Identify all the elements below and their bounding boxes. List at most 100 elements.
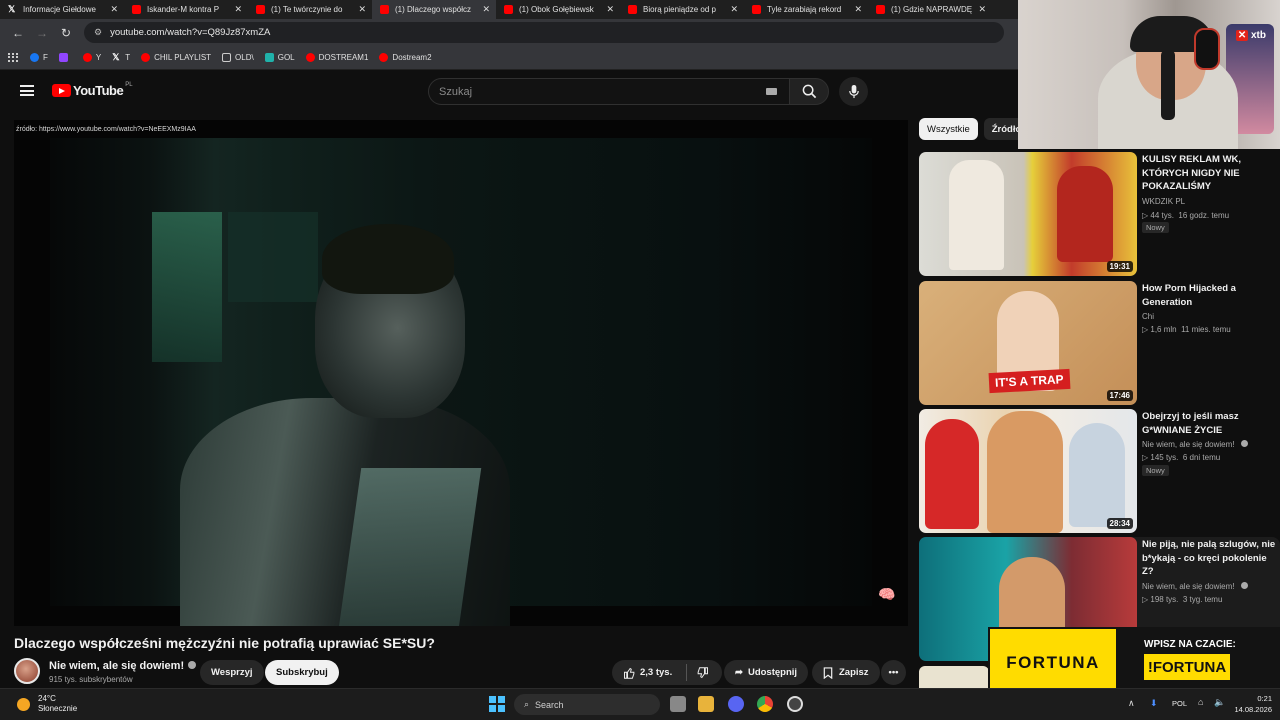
fortuna-logo: FORTUNA xyxy=(990,629,1116,697)
apps-grid-icon[interactable] xyxy=(8,52,18,63)
thumbs-down-icon[interactable] xyxy=(697,666,709,679)
close-icon[interactable]: ✕ xyxy=(606,4,614,15)
recommendation-channel[interactable]: Chi xyxy=(1142,310,1154,323)
bookmark[interactable]: 𝕏T xyxy=(112,52,131,63)
upload-age: 3 tyg. temu xyxy=(1182,595,1223,604)
windows-start-icon[interactable] xyxy=(489,696,505,712)
recommendation-item[interactable]: 28:34 Obejrzyj to jeśli masz G*WNIANE ŻY… xyxy=(919,409,1280,533)
menu-icon[interactable] xyxy=(20,85,34,96)
youtube-icon xyxy=(504,5,513,14)
back-icon[interactable]: ← xyxy=(6,26,30,40)
recommendation-title[interactable]: How Porn Hijacked a Generation xyxy=(1142,282,1277,309)
microphone-icon xyxy=(848,84,859,99)
browser-tab[interactable]: (1) Obok Gołębiewsk ✕ xyxy=(496,0,620,19)
browser-tab-active[interactable]: (1) Dlaczego współcz ✕ xyxy=(372,0,496,19)
view-count: 1,6 mln xyxy=(1150,325,1177,334)
recommendation-channel[interactable]: Nie wiem, ale się dowiem! xyxy=(1142,580,1248,593)
recommendation-item[interactable]: IT'S A TRAP 17:46 How Porn Hijacked a Ge… xyxy=(919,281,1280,405)
chrome-icon[interactable] xyxy=(757,696,773,712)
channel-avatar[interactable] xyxy=(14,658,40,684)
x-icon: 𝕏 xyxy=(112,52,120,62)
chip-all[interactable]: Wszystkie xyxy=(919,118,978,140)
share-button[interactable]: ➦ Udostępnij xyxy=(724,660,809,685)
file-explorer-icon[interactable] xyxy=(698,696,714,712)
task-view-icon[interactable] xyxy=(670,696,686,712)
tab-label: (1) Gdzie NAPRAWDĘ xyxy=(891,5,973,14)
tray-chevron-icon[interactable]: ∧ xyxy=(1128,698,1135,709)
search-input[interactable] xyxy=(429,79,729,104)
recommendation-channel[interactable]: Nie wiem, ale się dowiem! xyxy=(1142,438,1248,451)
channel-name-text: Nie wiem, ale się dowiem! xyxy=(49,660,185,672)
youtube-logo[interactable]: YouTube PL xyxy=(52,82,133,98)
support-button[interactable]: Wesprzyj xyxy=(200,660,264,685)
save-button[interactable]: Zapisz xyxy=(812,660,880,685)
verified-icon xyxy=(188,661,197,669)
bookmark[interactable]: Dostream2 xyxy=(379,53,432,62)
recommendation-channel[interactable]: WKDZIK PL xyxy=(1142,195,1185,208)
bookmark[interactable]: GOL xyxy=(264,53,295,62)
site-info-icon[interactable]: ⚙ xyxy=(94,27,102,38)
recommendation-title[interactable]: Obejrzyj to jeśli masz G*WNIANE ŻYCIE xyxy=(1142,410,1277,437)
bookmark[interactable]: CHIL PLAYLIST xyxy=(141,53,211,62)
app-icon[interactable] xyxy=(787,696,803,712)
thumb-figure xyxy=(1057,166,1113,262)
video-thumbnail[interactable]: 19:31 xyxy=(919,152,1137,276)
channel-name[interactable]: Nie wiem, ale się dowiem! xyxy=(49,660,197,672)
bookmark-label: T xyxy=(125,53,131,62)
network-icon[interactable]: ⌂ xyxy=(1198,697,1203,707)
language-indicator[interactable]: POL xyxy=(1172,699,1187,708)
webcam-overlay: ✕ xtb xyxy=(1018,0,1280,149)
video-thumbnail[interactable]: IT'S A TRAP 17:46 xyxy=(919,281,1137,405)
scene-window-light xyxy=(228,212,318,302)
gol-icon xyxy=(264,53,274,62)
browser-tab[interactable]: 𝕏 Informacje Giełdowe ✕ xyxy=(0,0,124,19)
volume-icon[interactable]: 🔈 xyxy=(1214,697,1225,708)
browser-tab[interactable]: Tyle zarabiają rekord ✕ xyxy=(744,0,868,19)
view-count: 145 tys. xyxy=(1150,453,1179,462)
forward-icon[interactable]: → xyxy=(30,26,54,40)
close-icon[interactable]: ✕ xyxy=(730,4,738,15)
folder-icon xyxy=(222,53,232,62)
thumb-caption: IT'S A TRAP xyxy=(988,368,1071,394)
close-icon[interactable]: ✕ xyxy=(358,4,366,15)
bookmark[interactable] xyxy=(58,53,72,62)
taskbar-search-placeholder: Search xyxy=(535,699,564,710)
bookmark[interactable]: Y xyxy=(82,53,101,62)
voice-search-button[interactable] xyxy=(839,77,868,106)
search-button[interactable] xyxy=(789,78,829,105)
tray-app-icon[interactable]: ⬇ xyxy=(1150,698,1158,709)
more-actions-button[interactable]: ••• xyxy=(881,660,906,685)
taskbar-search[interactable]: ⌕ Search xyxy=(514,694,660,715)
logo-wordmark: YouTube xyxy=(73,83,124,98)
browser-tab[interactable]: (1) Gdzie NAPRAWDĘ ✕ xyxy=(868,0,992,19)
close-icon[interactable]: ✕ xyxy=(482,4,490,15)
reload-icon[interactable]: ↻ xyxy=(54,26,78,40)
clock[interactable]: 0:21 14.08.2026 xyxy=(1234,693,1272,715)
recommendation-title[interactable]: Nie piją, nie palą szlugów, nie b*ykają … xyxy=(1142,538,1277,579)
recommendation-stats: ▷ 44 tys. 16 godz. temu xyxy=(1142,209,1229,222)
bookmark[interactable]: F xyxy=(30,53,48,62)
duration-badge: 17:46 xyxy=(1106,390,1133,401)
youtube-icon xyxy=(752,5,761,14)
video-player[interactable]: źródło: https://www.youtube.com/watch?v=… xyxy=(14,120,908,626)
close-icon[interactable]: ✕ xyxy=(234,4,242,15)
keyboard-icon[interactable] xyxy=(766,88,777,95)
subscribe-button[interactable]: Subskrybuj xyxy=(265,660,339,685)
close-icon[interactable]: ✕ xyxy=(110,4,118,15)
recommendation-title[interactable]: KULISY REKLAM WK, KTÓRYCH NIGDY NIE POKA… xyxy=(1142,153,1277,194)
next-thumbnail-partial[interactable] xyxy=(919,666,989,688)
like-button[interactable]: 2,3 tys. xyxy=(623,667,672,679)
bookmark[interactable]: OLD\ xyxy=(222,53,254,62)
video-thumbnail[interactable]: 28:34 xyxy=(919,409,1137,533)
browser-tab[interactable]: Iskander-M kontra P ✕ xyxy=(124,0,248,19)
close-icon[interactable]: ✕ xyxy=(978,4,986,15)
url-field[interactable]: ⚙ youtube.com/watch?v=Q89Jz87xmZA xyxy=(84,22,1004,43)
bookmark[interactable]: DOSTREAM1 xyxy=(305,53,368,62)
discord-icon[interactable] xyxy=(728,696,744,712)
close-icon[interactable]: ✕ xyxy=(854,4,862,15)
weather-widget[interactable]: 24°C Słonecznie xyxy=(17,694,77,714)
browser-tab[interactable]: (1) Te twórczynie do ✕ xyxy=(248,0,372,19)
browser-tab[interactable]: Biorą pieniądze od p ✕ xyxy=(620,0,744,19)
recommendation-item[interactable]: 19:31 KULISY REKLAM WK, KTÓRYCH NIGDY NI… xyxy=(919,152,1280,276)
video-frame[interactable] xyxy=(50,138,872,626)
